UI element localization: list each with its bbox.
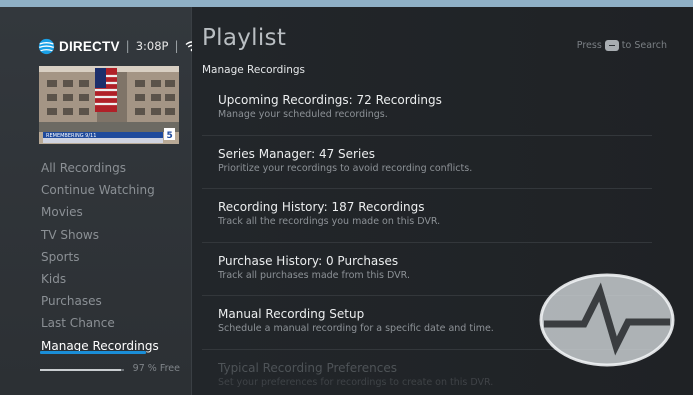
- menu-item-title: Purchase History: 0 Purchases: [218, 253, 399, 268]
- channel-logo: 5: [167, 131, 173, 141]
- sidebar-item-sports[interactable]: Sports: [41, 246, 159, 268]
- search-hint: Press to Search: [577, 40, 667, 51]
- menu-item-title: Upcoming Recordings: 72 Recordings: [218, 93, 442, 107]
- menu-item-description: Manage your scheduled recordings.: [218, 109, 388, 120]
- live-tv-thumbnail[interactable]: REMEMBERING 9/11 5: [39, 66, 179, 144]
- menu-item-description: Schedule a manual recording for a specif…: [218, 323, 494, 334]
- clock: 3:08P: [135, 39, 169, 53]
- tv-screen: DIRECTV | 3:08P | REMEMBERING 9/11 5 All…: [0, 7, 693, 395]
- menu-item-description: Prioritize your recordings to avoid reco…: [218, 162, 473, 174]
- sidebar-item-last-chance[interactable]: Last Chance: [41, 312, 159, 334]
- remote-minus-key-icon: [604, 40, 619, 51]
- brand-separator: |: [125, 39, 130, 53]
- page-title: Playlist: [202, 25, 287, 51]
- menu-item-title: Series Manager: 47 Series: [218, 146, 375, 161]
- pentagon-flag-image: REMEMBERING 9/11 5: [39, 66, 179, 144]
- menu-item-series-manager[interactable]: Series Manager: 47 Series Prioritize you…: [202, 136, 652, 189]
- search-hint-after: to Search: [621, 40, 667, 51]
- menu-item-title: Manual Recording Setup: [218, 307, 365, 321]
- menu-item-description: Track all purchases made from this DVR.: [218, 269, 410, 281]
- brand-bar: DIRECTV | 3:08P |: [38, 37, 199, 55]
- storage-indicator: 97 % Free: [40, 363, 180, 377]
- menu-item-description: Set your preferences for recordings to c…: [218, 376, 494, 388]
- storage-label: 97 % Free: [132, 363, 180, 374]
- menu-item-description: Track all the recordings you made on thi…: [218, 216, 441, 227]
- sidebar: DIRECTV | 3:08P | REMEMBERING 9/11 5 All…: [0, 7, 198, 395]
- menu-item-title: Recording History: 187 Recordings: [218, 200, 425, 214]
- menu-item-recording-history[interactable]: Recording History: 187 Recordings Track …: [202, 189, 652, 243]
- sidebar-nav: All Recordings Continue Watching Movies …: [41, 157, 159, 357]
- sidebar-item-continue-watching[interactable]: Continue Watching: [41, 179, 159, 201]
- att-globe-icon: [38, 38, 55, 54]
- sidebar-item-kids[interactable]: Kids: [41, 268, 159, 290]
- storage-bar: [40, 369, 124, 371]
- brand-separator: |: [174, 39, 179, 53]
- sidebar-item-tv-shows[interactable]: TV Shows: [41, 224, 159, 246]
- storage-bar-fill: [40, 369, 122, 371]
- sidebar-item-movies[interactable]: Movies: [41, 201, 159, 223]
- pulse-logo-watermark: [539, 273, 675, 367]
- search-hint-before: Press: [576, 40, 602, 51]
- sidebar-item-purchases[interactable]: Purchases: [41, 290, 159, 312]
- sidebar-item-all-recordings[interactable]: All Recordings: [41, 157, 159, 179]
- section-subtitle: Manage Recordings: [202, 64, 306, 76]
- active-item-underline: [40, 351, 146, 354]
- menu-item-title: Typical Recording Preferences: [218, 360, 398, 375]
- menu-item-upcoming-recordings[interactable]: Upcoming Recordings: 72 Recordings Manag…: [202, 82, 652, 136]
- brand-name: DIRECTV: [59, 38, 120, 54]
